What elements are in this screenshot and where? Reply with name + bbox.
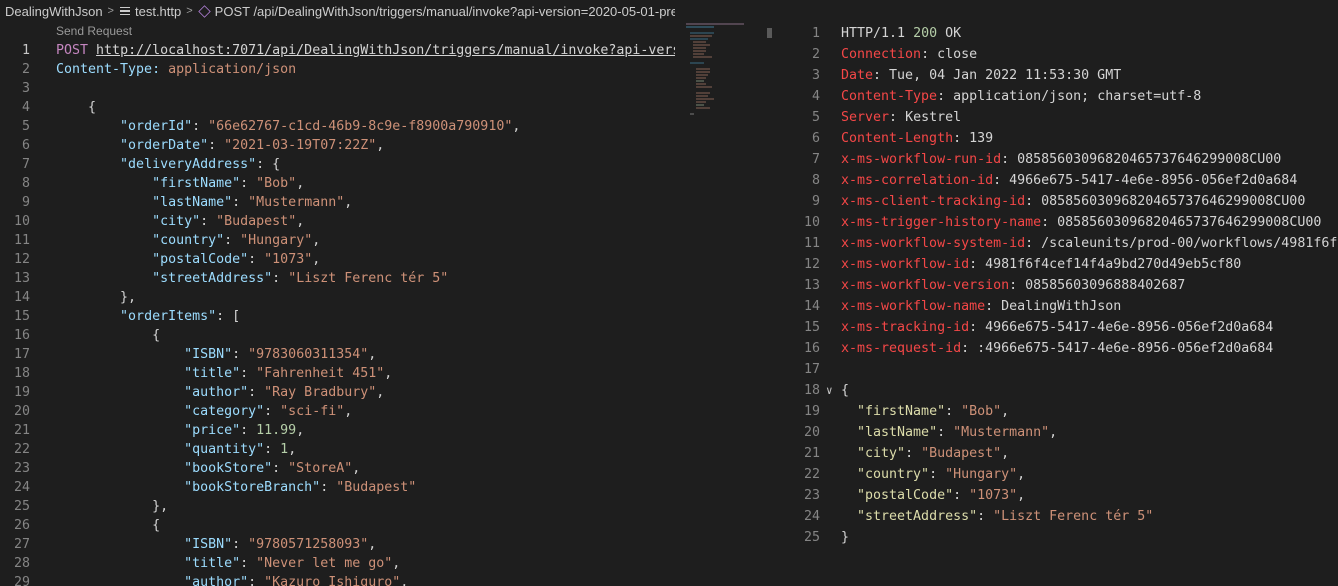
breadcrumb-file[interactable]: test.http [119, 3, 182, 19]
header-value: 08585603096888402687 [1025, 278, 1186, 293]
header-name: Content-Length [841, 131, 954, 146]
status-protocol: HTTP/1.1 [841, 26, 906, 41]
header-name: x-ms-client-tracking-id [841, 194, 1026, 209]
header-value: /scaleunits/prod-00/workflows/4981f6f4ce [1041, 236, 1338, 251]
header-name: x-ms-workflow-name [841, 299, 986, 314]
json-key: "postalCode" [857, 488, 954, 503]
json-value: "Liszt Ferenc tér 5" [993, 509, 1154, 524]
status-text: OK [945, 26, 962, 41]
json-key: "city" [857, 446, 906, 461]
minimap[interactable] [684, 22, 764, 122]
header-value: 08585603096820465737646299008CU00 [1057, 215, 1322, 230]
breadcrumb-request-label: POST /api/DealingWithJson/triggers/manua… [214, 3, 675, 19]
header-value: DealingWithJson [1001, 299, 1122, 314]
header-value: application/json; charset=utf-8 [953, 89, 1202, 104]
breadcrumb-folder[interactable]: DealingWithJson [5, 4, 103, 19]
header-name: x-ms-workflow-run-id [841, 152, 1002, 167]
json-value: "Bob" [961, 404, 1002, 419]
json-value: "Budapest" [921, 446, 1002, 461]
header-name: x-ms-request-id [841, 341, 962, 356]
breadcrumb-folder-label: DealingWithJson [5, 3, 103, 19]
symbol-cube-icon [197, 4, 211, 18]
json-key: "firstName" [857, 404, 946, 419]
header-value: 4966e675-5417-4e6e-8956-056ef2d0a684 [1009, 173, 1298, 188]
header-name: x-ms-workflow-system-id [841, 236, 1026, 251]
json-value: "1073" [969, 488, 1018, 503]
header-name: Date [841, 68, 874, 83]
request-editor[interactable]: DealingWithJson > test.http > POST /api/… [0, 0, 675, 586]
header-value: 4966e675-5417-4e6e-8956-056ef2d0a684 [985, 320, 1274, 335]
scrollbar-thumb[interactable] [767, 28, 772, 38]
header-value: Kestrel [905, 110, 962, 125]
json-key: "lastName" [857, 425, 938, 440]
chevron-down-icon[interactable]: ∨ [826, 380, 833, 401]
header-name: Server [841, 110, 890, 125]
header-name: x-ms-tracking-id [841, 320, 970, 335]
chevron-right-icon: > [186, 5, 193, 17]
file-lines-icon [119, 5, 130, 18]
header-value: Tue, 04 Jan 2022 11:53:30 GMT [889, 68, 1122, 83]
status-code: 200 [913, 26, 938, 41]
header-name: Content-Type [841, 89, 938, 104]
request-url[interactable]: http://localhost:7071/api/DealingWithJso… [96, 43, 675, 58]
json-value: "Hungary" [945, 467, 1018, 482]
header-name: x-ms-trigger-history-name [841, 215, 1042, 230]
header-name: x-ms-workflow-version [841, 278, 1010, 293]
header-name: x-ms-correlation-id [841, 173, 994, 188]
request-method: POST [56, 43, 89, 58]
header-name: Connection [841, 47, 922, 62]
header-value: 139 [969, 131, 994, 146]
response-viewer[interactable]: 1 HTTP/1.1 200 OK 2 Connection: close 3 Date… [777, 0, 1338, 586]
header-value: 4981f6f4cef14f4a9bd270d49eb5cf80 [985, 257, 1242, 272]
header-name: Content-Type: [56, 62, 161, 77]
breadcrumb-file-label: test.http [134, 3, 182, 19]
json-key: "country" [857, 467, 930, 482]
header-value: close [937, 47, 978, 62]
header-value: :4966e675-5417-4e6e-8956-056ef2d0a684 [977, 341, 1274, 356]
send-request-codelens[interactable]: Send Request [56, 24, 132, 38]
json-value: "Mustermann" [953, 425, 1050, 440]
header-value: application/json [168, 62, 297, 77]
json-key: "streetAddress" [857, 509, 978, 524]
chevron-right-icon: > [107, 5, 114, 17]
header-value: 08585603096820465737646299008CU00 [1041, 194, 1306, 209]
header-value: 08585603096820465737646299008CU00 [1017, 152, 1282, 167]
breadcrumb: DealingWithJson > test.http > POST /api/… [0, 0, 675, 22]
breadcrumb-request[interactable]: POST /api/DealingWithJson/triggers/manua… [197, 3, 675, 19]
header-name: x-ms-workflow-id [841, 257, 970, 272]
